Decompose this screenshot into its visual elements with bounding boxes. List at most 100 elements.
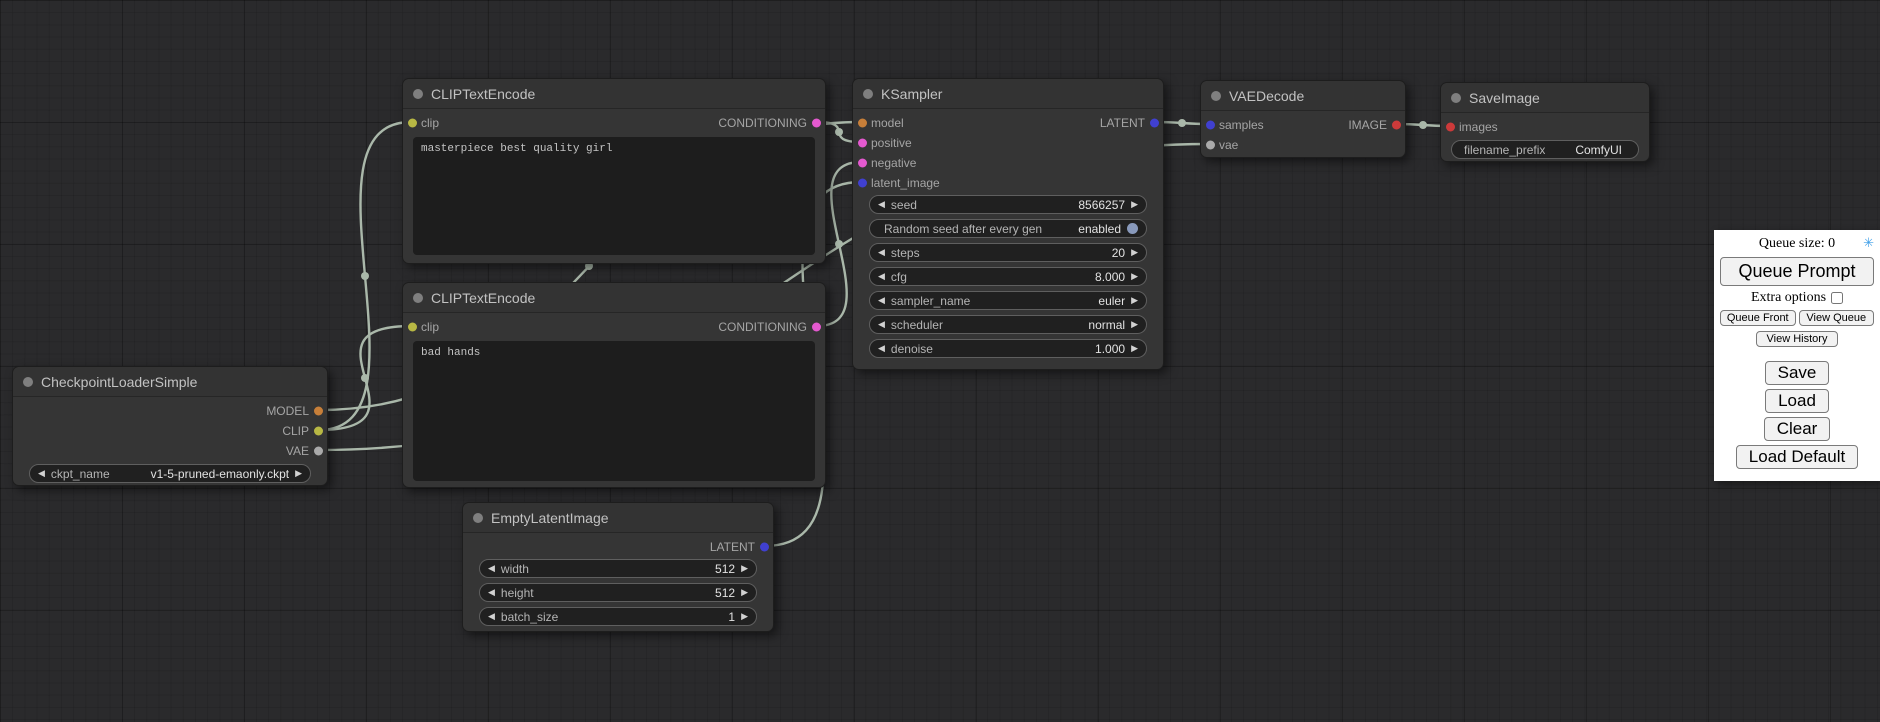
load-default-button[interactable]: Load Default (1736, 445, 1858, 469)
node-emptylatentimage[interactable]: EmptyLatentImage LATENT ◀ width 512 ▶ ◀ … (462, 502, 774, 632)
output-label: CONDITIONING (718, 320, 807, 334)
decrement-arrow-icon[interactable]: ◀ (878, 200, 885, 209)
decrement-arrow-icon[interactable]: ◀ (878, 320, 885, 329)
latent-output-port[interactable] (1150, 119, 1159, 128)
conditioning-output-port[interactable] (812, 119, 821, 128)
workflow-buttons-group: Save Load Clear Load Default (1720, 361, 1874, 469)
decrement-arrow-icon[interactable]: ◀ (488, 564, 495, 573)
negative-input-port[interactable] (858, 159, 867, 168)
filename-prefix-widget[interactable]: filename_prefix ComfyUI (1451, 140, 1639, 159)
link-midpoint-dot (1178, 119, 1186, 127)
ckpt-name-widget[interactable]: ◀ ckpt_name v1-5-pruned-emaonly.ckpt ▶ (29, 464, 311, 483)
increment-arrow-icon[interactable]: ▶ (1131, 272, 1138, 281)
decrement-arrow-icon[interactable]: ◀ (878, 344, 885, 353)
collapse-dot[interactable] (413, 89, 423, 99)
denoise-widget[interactable]: ◀ denoise 1.000 ▶ (869, 339, 1147, 358)
link-midpoint-dot (361, 272, 369, 280)
comfy-menu: Queue size: 0 ✳ Queue Prompt Extra optio… (1714, 230, 1880, 481)
increment-arrow-icon[interactable]: ▶ (1131, 344, 1138, 353)
seed-control-widget[interactable]: Random seed after every gen enabled (869, 219, 1147, 238)
latent-image-input-port[interactable] (858, 179, 867, 188)
output-label: LATENT (710, 540, 755, 554)
negative-prompt-textarea[interactable]: bad hands (413, 341, 815, 481)
extra-options-checkbox[interactable] (1831, 292, 1843, 304)
vae-input-port[interactable] (1206, 141, 1215, 150)
increment-arrow-icon[interactable]: ▶ (1131, 200, 1138, 209)
collapse-dot[interactable] (413, 293, 423, 303)
positive-prompt-textarea[interactable]: masterpiece best quality girl (413, 137, 815, 255)
node-checkpointloadersimple[interactable]: CheckpointLoaderSimple MODEL CLIP VAE ◀ … (12, 366, 328, 486)
settings-icon[interactable]: ✳ (1863, 235, 1874, 251)
queue-prompt-button[interactable]: Queue Prompt (1720, 257, 1874, 286)
image-output-port[interactable] (1392, 121, 1401, 130)
output-slot-model: MODEL (13, 401, 327, 421)
widget-label: sampler_name (891, 294, 970, 308)
collapse-dot[interactable] (23, 377, 33, 387)
node-cliptextencode-positive[interactable]: CLIPTextEncode clip CONDITIONING masterp… (402, 78, 826, 264)
height-widget[interactable]: ◀ height 512 ▶ (479, 583, 757, 602)
output-slot-clip: CLIP (13, 421, 327, 441)
widget-value: ComfyUI (1575, 143, 1622, 157)
node-body: clip CONDITIONING masterpiece best quali… (403, 109, 825, 255)
widget-value: v1-5-pruned-emaonly.ckpt (151, 467, 290, 481)
increment-arrow-icon[interactable]: ▶ (1131, 320, 1138, 329)
increment-arrow-icon[interactable]: ▶ (1131, 296, 1138, 305)
widget-label: steps (891, 246, 920, 260)
seed-widget[interactable]: ◀ seed 8566257 ▶ (869, 195, 1147, 214)
view-history-button[interactable]: View History (1756, 331, 1839, 347)
model-output-port[interactable] (314, 407, 323, 416)
node-body: images filename_prefix ComfyUI (1441, 113, 1649, 159)
increment-arrow-icon[interactable]: ▶ (741, 588, 748, 597)
clip-input-port[interactable] (408, 323, 417, 332)
collapse-dot[interactable] (1211, 91, 1221, 101)
conditioning-output-port[interactable] (812, 323, 821, 332)
decrement-arrow-icon[interactable]: ◀ (488, 612, 495, 621)
graph-canvas[interactable]: CheckpointLoaderSimple MODEL CLIP VAE ◀ … (0, 0, 1880, 722)
sampler-name-widget[interactable]: ◀ sampler_name euler ▶ (869, 291, 1147, 310)
widget-value: 512 (715, 586, 735, 600)
clear-button[interactable]: Clear (1764, 417, 1831, 441)
collapse-dot[interactable] (863, 89, 873, 99)
view-queue-button[interactable]: View Queue (1799, 310, 1875, 326)
increment-arrow-icon[interactable]: ▶ (295, 469, 302, 478)
decrement-arrow-icon[interactable]: ◀ (878, 296, 885, 305)
decrement-arrow-icon[interactable]: ◀ (488, 588, 495, 597)
samples-input-port[interactable] (1206, 121, 1215, 130)
width-widget[interactable]: ◀ width 512 ▶ (479, 559, 757, 578)
increment-arrow-icon[interactable]: ▶ (741, 612, 748, 621)
decrement-arrow-icon[interactable]: ◀ (38, 469, 45, 478)
clip-output-port[interactable] (314, 427, 323, 436)
collapse-dot[interactable] (1451, 93, 1461, 103)
queue-front-button[interactable]: Queue Front (1720, 310, 1796, 326)
input-label: vae (1219, 138, 1238, 152)
node-cliptextencode-negative[interactable]: CLIPTextEncode clip CONDITIONING bad han… (402, 282, 826, 488)
load-button[interactable]: Load (1765, 389, 1829, 413)
increment-arrow-icon[interactable]: ▶ (741, 564, 748, 573)
collapse-dot[interactable] (473, 513, 483, 523)
node-vaedecode[interactable]: VAEDecode samples IMAGE vae (1200, 80, 1406, 158)
clip-input-port[interactable] (408, 119, 417, 128)
latent-output-port[interactable] (760, 543, 769, 552)
widget-value: 20 (1112, 246, 1125, 260)
node-ksampler[interactable]: KSampler model LATENT positive negative … (852, 78, 1164, 370)
decrement-arrow-icon[interactable]: ◀ (878, 272, 885, 281)
link-midpoint-dot (835, 240, 843, 248)
batch-size-widget[interactable]: ◀ batch_size 1 ▶ (479, 607, 757, 626)
cfg-widget[interactable]: ◀ cfg 8.000 ▶ (869, 267, 1147, 286)
vae-output-port[interactable] (314, 447, 323, 456)
node-saveimage[interactable]: SaveImage images filename_prefix ComfyUI (1440, 82, 1650, 162)
positive-input-port[interactable] (858, 139, 867, 148)
save-button[interactable]: Save (1765, 361, 1830, 385)
node-title: CLIPTextEncode (431, 290, 535, 306)
scheduler-widget[interactable]: ◀ scheduler normal ▶ (869, 315, 1147, 334)
model-input-port[interactable] (858, 119, 867, 128)
steps-widget[interactable]: ◀ steps 20 ▶ (869, 243, 1147, 262)
node-body: LATENT ◀ width 512 ▶ ◀ height 512 ▶ ◀ ba… (463, 533, 773, 626)
images-input-port[interactable] (1446, 123, 1455, 132)
increment-arrow-icon[interactable]: ▶ (1131, 248, 1138, 257)
decrement-arrow-icon[interactable]: ◀ (878, 248, 885, 257)
extra-options-row: Extra options (1720, 290, 1874, 306)
output-label: CLIP (282, 424, 309, 438)
seed-toggle-dot[interactable] (1127, 223, 1138, 234)
widget-value: 1 (728, 610, 735, 624)
